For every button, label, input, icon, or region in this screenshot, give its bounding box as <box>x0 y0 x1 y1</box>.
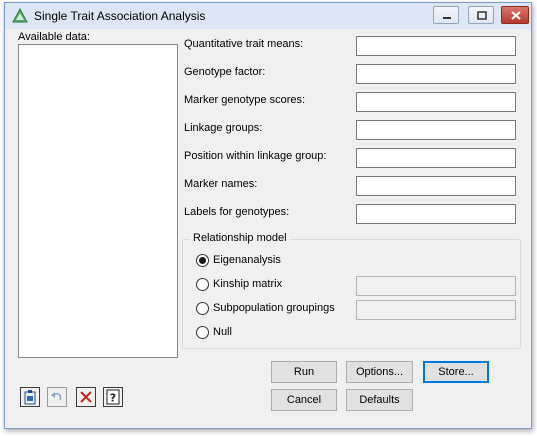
linkage-groups-label: Linkage groups: <box>184 122 263 134</box>
title-bar[interactable]: Single Trait Association Analysis <box>5 3 531 29</box>
null-radio[interactable] <box>196 326 209 339</box>
clipboard-icon <box>24 390 36 405</box>
options-button[interactable]: Options... <box>346 361 413 383</box>
dialog-window: Single Trait Association Analysis Availa… <box>4 2 532 429</box>
store-button[interactable]: Store... <box>423 361 489 383</box>
close-icon <box>511 11 521 20</box>
clear-button[interactable] <box>76 387 96 407</box>
genotype-factor-field[interactable] <box>356 64 516 84</box>
maximize-button[interactable] <box>468 6 494 24</box>
quantitative-trait-means-field[interactable] <box>356 36 516 56</box>
labels-for-genotypes-label: Labels for genotypes: <box>184 206 290 218</box>
marker-genotype-scores-field[interactable] <box>356 92 516 112</box>
defaults-button[interactable]: Defaults <box>346 389 413 411</box>
minimize-button[interactable] <box>433 6 459 24</box>
eigenanalysis-radio[interactable] <box>196 254 209 267</box>
run-button[interactable]: Run <box>271 361 337 383</box>
subpopulation-groupings-radio[interactable] <box>196 302 209 315</box>
null-label: Null <box>213 326 232 338</box>
help-icon: ? <box>106 389 120 405</box>
marker-names-field[interactable] <box>356 176 516 196</box>
kinship-matrix-radio[interactable] <box>196 278 209 291</box>
eigenanalysis-label: Eigenanalysis <box>213 254 281 266</box>
kinship-matrix-label: Kinship matrix <box>213 278 283 290</box>
svg-text:?: ? <box>110 392 116 405</box>
undo-button[interactable] <box>47 387 67 407</box>
triangle-app-icon <box>12 8 28 23</box>
subpopulation-groupings-field[interactable] <box>356 300 516 320</box>
undo-icon <box>51 392 62 401</box>
linkage-groups-field[interactable] <box>356 120 516 140</box>
available-data-list[interactable] <box>18 44 178 358</box>
window-title: Single Trait Association Analysis <box>34 9 206 23</box>
kinship-matrix-field[interactable] <box>356 276 516 296</box>
dialog-body: Available data: Quantitative trait means… <box>5 29 531 428</box>
genotype-factor-label: Genotype factor: <box>184 66 266 78</box>
labels-for-genotypes-field[interactable] <box>356 204 516 224</box>
help-button[interactable]: ? <box>103 387 123 407</box>
marker-names-label: Marker names: <box>184 178 258 190</box>
cancel-button[interactable]: Cancel <box>271 389 337 411</box>
available-data-label: Available data: <box>18 31 90 43</box>
clipboard-button[interactable] <box>20 387 40 407</box>
minimize-icon <box>443 17 451 19</box>
position-within-linkage-group-label: Position within linkage group: <box>184 150 327 162</box>
close-button[interactable] <box>501 6 529 24</box>
subpopulation-groupings-label: Subpopulation groupings <box>213 302 335 314</box>
clear-icon <box>80 391 92 403</box>
position-within-linkage-group-field[interactable] <box>356 148 516 168</box>
quantitative-trait-means-label: Quantitative trait means: <box>184 38 304 50</box>
maximize-icon <box>477 11 487 20</box>
marker-genotype-scores-label: Marker genotype scores: <box>184 94 306 106</box>
relationship-model-title: Relationship model <box>190 232 290 244</box>
